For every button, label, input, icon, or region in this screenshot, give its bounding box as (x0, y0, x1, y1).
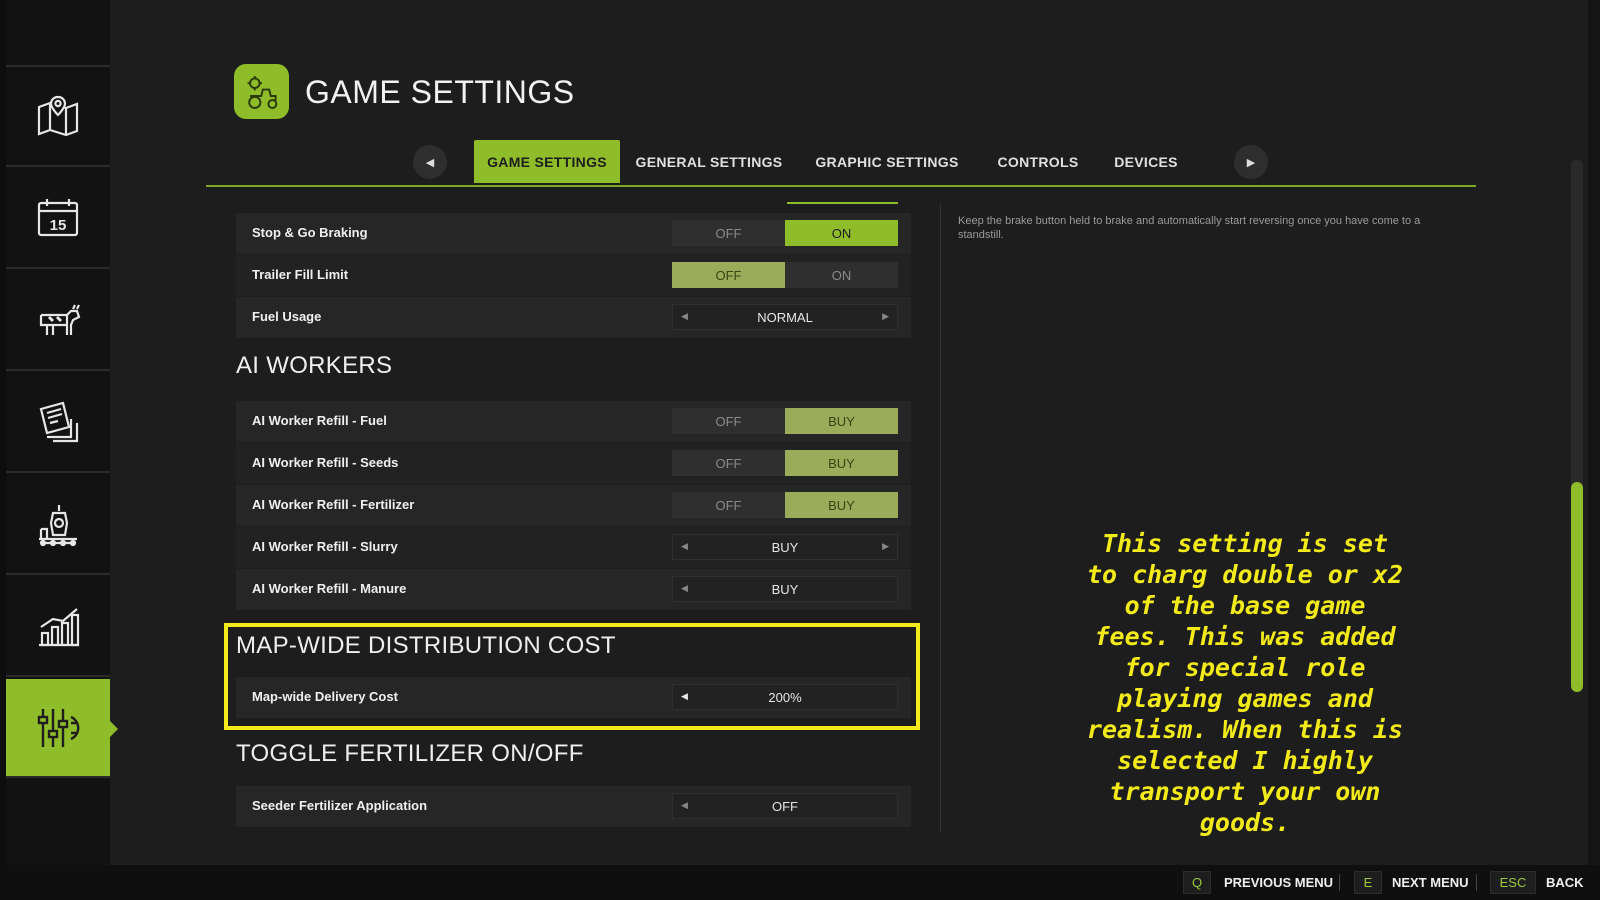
toggle-option-on[interactable]: ON (785, 262, 898, 288)
statistics-icon (39, 608, 80, 647)
section-title-toggle-fertilizer: TOGGLE FERTILIZER ON/OFF (236, 740, 584, 767)
header-icon (234, 64, 289, 119)
setting-label: AI Worker Refill - Fertilizer (252, 497, 415, 512)
stepper-value: OFF (772, 798, 798, 814)
setting-description: Keep the brake button held to brake and … (958, 215, 1421, 241)
sidebar-item-production[interactable] (6, 475, 110, 575)
setting-row: Trailer Fill Limit OFF ON (236, 255, 911, 296)
stepper-value: NORMAL (757, 309, 813, 325)
footer-bar: Q PREVIOUS MENU E NEXT MENU ESC BACK (0, 865, 1600, 900)
tab-devices[interactable]: DEVICES (1106, 140, 1186, 183)
settings-list: Stop & Go Braking OFF ON Trailer Fill Li… (236, 195, 911, 835)
key-q: Q (1183, 871, 1211, 894)
tab-next-button[interactable]: ▶ (1234, 145, 1268, 179)
fuel-usage-stepper[interactable]: ◀ NORMAL ▶ (672, 304, 898, 330)
contracts-icon (39, 401, 79, 443)
ai-refill-fuel-toggle[interactable]: OFF BUY (672, 408, 898, 434)
toggle-option-buy[interactable]: BUY (785, 408, 898, 434)
toggle-option-off[interactable]: OFF (672, 220, 785, 246)
setting-label: AI Worker Refill - Fuel (252, 413, 387, 428)
sidebar-top-spacer (6, 0, 110, 67)
back-button[interactable]: BACK (1546, 875, 1584, 890)
setting-label: Trailer Fill Limit (252, 267, 349, 282)
trailer-fill-limit-toggle[interactable]: OFF ON (672, 262, 898, 288)
sidebar: 15 (6, 0, 118, 865)
setting-row: AI Worker Refill - Manure ◀ BUY (236, 569, 911, 610)
ai-refill-manure-stepper[interactable]: ◀ BUY (672, 576, 898, 602)
calendar-icon: 15 (37, 199, 79, 237)
tab-graphic-settings[interactable]: GRAPHIC SETTINGS (812, 140, 962, 183)
tab-controls[interactable]: CONTROLS (990, 140, 1086, 183)
key-esc: ESC (1490, 871, 1536, 894)
highlight-box (224, 623, 920, 730)
toggle-option-buy[interactable]: BUY (785, 492, 898, 518)
setting-label: AI Worker Refill - Slurry (252, 539, 398, 554)
setting-label: AI Worker Refill - Manure (252, 581, 407, 596)
arrow-left-icon[interactable]: ◀ (681, 583, 688, 594)
previous-menu-button[interactable]: PREVIOUS MENU (1224, 875, 1333, 890)
seeder-fertilizer-stepper[interactable]: ◀ OFF (672, 793, 898, 819)
page-title: GAME SETTINGS (305, 74, 575, 110)
scrollbar-thumb[interactable] (1571, 482, 1583, 692)
sidebar-item-calendar[interactable]: 15 (6, 169, 110, 269)
settings-scroll-edge (787, 202, 898, 204)
divider (940, 203, 941, 833)
toggle-option-on[interactable]: ON (785, 220, 898, 246)
setting-row: AI Worker Refill - Seeds OFF BUY (236, 443, 911, 484)
arrow-right-icon[interactable]: ▶ (882, 311, 889, 322)
setting-row: Stop & Go Braking OFF ON (236, 213, 911, 254)
sidebar-item-settings[interactable] (6, 679, 118, 778)
tab-game-settings[interactable]: GAME SETTINGS (474, 140, 620, 183)
stop-go-braking-toggle[interactable]: OFF ON (672, 220, 898, 246)
tab-bar: ◀ GAME SETTINGS GENERAL SETTINGS GRAPHIC… (206, 140, 1476, 187)
toggle-option-buy[interactable]: BUY (785, 450, 898, 476)
production-icon (39, 505, 77, 547)
setting-label: Fuel Usage (252, 309, 322, 324)
setting-label: AI Worker Refill - Seeds (252, 455, 399, 470)
stepper-value: BUY (771, 539, 799, 555)
toggle-option-off[interactable]: OFF (672, 450, 785, 476)
chevron-left-icon: ◀ (425, 156, 435, 169)
sidebar-item-contracts[interactable] (6, 373, 110, 473)
window-frame-right (1588, 0, 1600, 900)
arrow-left-icon[interactable]: ◀ (681, 800, 688, 811)
setting-row: Fuel Usage ◀ NORMAL ▶ (236, 297, 911, 338)
setting-label: Seeder Fertilizer Application (252, 798, 428, 813)
sidebar-item-animals[interactable] (6, 271, 110, 371)
arrow-left-icon[interactable]: ◀ (681, 311, 688, 322)
setting-row: Seeder Fertilizer Application ◀ OFF (236, 786, 911, 827)
footer-separator (1339, 874, 1340, 891)
setting-row: AI Worker Refill - Fertilizer OFF BUY (236, 485, 911, 526)
tab-general-settings[interactable]: GENERAL SETTINGS (634, 140, 784, 183)
annotation-text: This setting is set to charg double or x… (1086, 529, 1404, 837)
arrow-right-icon[interactable]: ▶ (882, 541, 889, 552)
livestock-icon (39, 304, 81, 335)
ai-refill-fertilizer-toggle[interactable]: OFF BUY (672, 492, 898, 518)
setting-row: AI Worker Refill - Slurry ◀ BUY ▶ (236, 527, 911, 568)
ai-refill-slurry-stepper[interactable]: ◀ BUY ▶ (672, 534, 898, 560)
chevron-right-icon: ▶ (1246, 156, 1256, 169)
tab-prev-button[interactable]: ◀ (413, 145, 447, 179)
toggle-option-off[interactable]: OFF (672, 262, 785, 288)
section-title-ai-workers: AI WORKERS (236, 352, 393, 379)
arrow-left-icon[interactable]: ◀ (681, 541, 688, 552)
footer-separator (1476, 874, 1477, 891)
settings-sliders-icon (37, 708, 80, 747)
map-icon (37, 95, 79, 137)
setting-label: Stop & Go Braking (252, 225, 368, 240)
toggle-option-off[interactable]: OFF (672, 408, 785, 434)
setting-row: AI Worker Refill - Fuel OFF BUY (236, 401, 911, 442)
calendar-day: 15 (50, 217, 67, 234)
stepper-value: BUY (771, 581, 799, 597)
tractor-gear-icon (247, 75, 277, 109)
toggle-option-off[interactable]: OFF (672, 492, 785, 518)
ai-refill-seeds-toggle[interactable]: OFF BUY (672, 450, 898, 476)
next-menu-button[interactable]: NEXT MENU (1392, 875, 1469, 890)
sidebar-item-statistics[interactable] (6, 577, 110, 677)
sidebar-item-map[interactable] (6, 67, 110, 167)
key-e: E (1354, 871, 1382, 894)
